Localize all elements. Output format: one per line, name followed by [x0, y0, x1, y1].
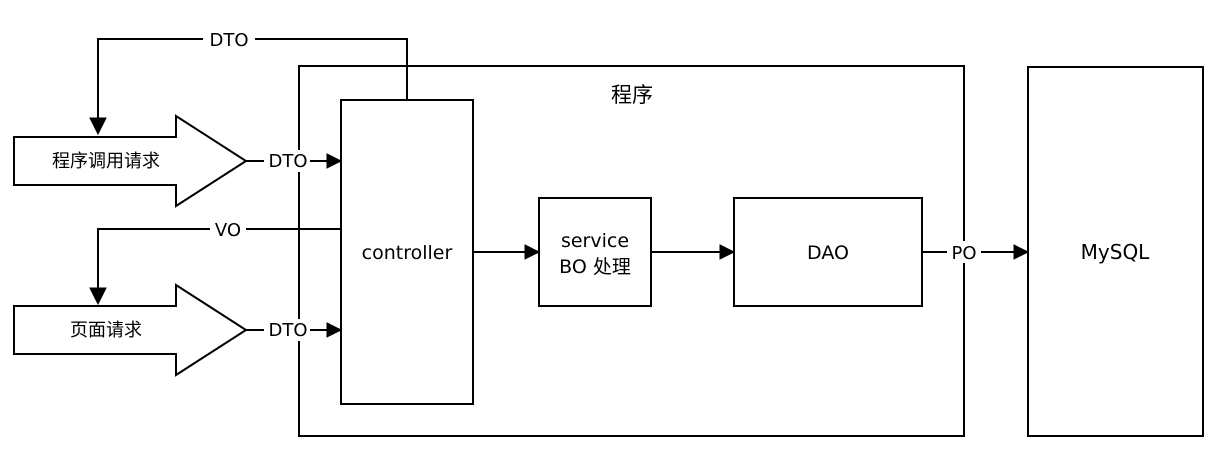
dto-return-label: DTO	[209, 30, 248, 51]
program-call-request-label: 程序调用请求	[52, 151, 160, 172]
mysql-node: MySQL	[1027, 66, 1204, 437]
po-label: PO	[951, 243, 976, 264]
mysql-label: MySQL	[1081, 240, 1151, 264]
vo-return-label: VO	[215, 220, 241, 241]
page-request-node: 页面请求	[13, 283, 248, 377]
program-container-label: 程序	[611, 83, 653, 107]
dto-program-call-label: DTO	[268, 151, 307, 172]
dto-page-label: DTO	[268, 320, 307, 341]
dao-node: DAO	[733, 197, 923, 307]
service-label-line1: service	[561, 230, 629, 252]
service-node: service BO 处理	[538, 197, 652, 307]
dao-label: DAO	[807, 242, 849, 264]
architecture-diagram: 程序 MySQL DTO VO 程序调用请求 页面请求 DTO DTO cont…	[13, 28, 1204, 437]
service-label-line2: BO 处理	[559, 256, 631, 278]
controller-label: controller	[362, 242, 453, 264]
page-request-label: 页面请求	[70, 320, 142, 341]
program-call-request-node: 程序调用请求	[13, 114, 248, 208]
controller-node: controller	[340, 99, 474, 405]
